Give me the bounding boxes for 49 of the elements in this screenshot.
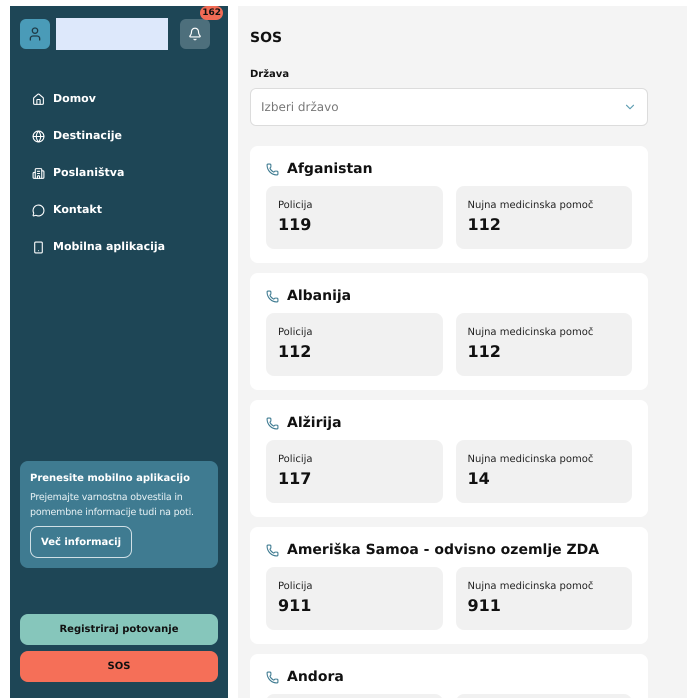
notifications-button[interactable]	[180, 19, 210, 49]
nav-item[interactable]: Destinacije	[32, 127, 218, 145]
building-icon	[32, 166, 45, 180]
service-label: Policija	[278, 453, 314, 467]
phone-number: 112	[468, 214, 502, 236]
phone-number: 119	[278, 214, 312, 236]
country-name: Afganistan	[287, 160, 373, 179]
smartphone-icon	[32, 240, 45, 254]
page-title: SOS	[250, 29, 284, 48]
service-label: Policija	[278, 326, 314, 340]
country-name: Alžirija	[287, 414, 342, 433]
user-button[interactable]	[20, 19, 50, 49]
country-name: Albanija	[287, 287, 352, 306]
service-label: Policija	[278, 199, 314, 213]
phone-icon	[266, 163, 279, 176]
phone-icon	[266, 417, 279, 430]
home-icon	[32, 92, 45, 106]
nav-item[interactable]: Kontakt	[32, 201, 218, 219]
service-label: Nujna medicinska pomoč	[468, 453, 594, 467]
phone-number: 112	[468, 341, 502, 363]
user-icon	[26, 26, 43, 42]
nav-item[interactable]: Poslaništva	[32, 164, 218, 182]
country-select[interactable]: Izberi državo	[250, 88, 648, 126]
phone-number: 14	[468, 468, 491, 490]
phone-number: 112	[278, 341, 312, 363]
phone-number: 911	[278, 595, 312, 617]
phone-icon	[266, 671, 279, 684]
chat-icon	[32, 204, 45, 216]
service-label: Nujna medicinska pomoč	[468, 580, 594, 594]
phone-number: 117	[278, 468, 312, 490]
promo-text: Prejemajte varnostna obvestila in pomembne informacije tudi na poti.	[30, 491, 195, 520]
bell-icon	[188, 27, 202, 41]
phone-number: 911	[468, 595, 502, 617]
globe-icon	[32, 130, 45, 142]
country-name: Ameriška Samoa - odvisno ozemlje ZDA	[287, 541, 600, 560]
more-info-button[interactable]: Več informacij	[30, 526, 132, 558]
nav-item[interactable]: Mobilna aplikacija	[32, 238, 218, 256]
service-label: Nujna medicinska pomoč	[468, 326, 594, 340]
service-label: Policija	[278, 580, 314, 594]
sos-button[interactable]: SOS	[20, 651, 218, 682]
phone-icon	[266, 544, 279, 557]
register-trip-button[interactable]: Registriraj potovanje	[20, 614, 218, 645]
country-name: Andora	[287, 668, 344, 687]
service-label: Nujna medicinska pomoč	[468, 199, 594, 213]
promo-title: Prenesite mobilno aplikacijo	[30, 472, 191, 486]
nav-item[interactable]: Domov	[32, 90, 218, 108]
phone-icon	[266, 290, 279, 303]
notification-badge: 162	[200, 6, 223, 20]
field-label: Država	[250, 68, 290, 82]
